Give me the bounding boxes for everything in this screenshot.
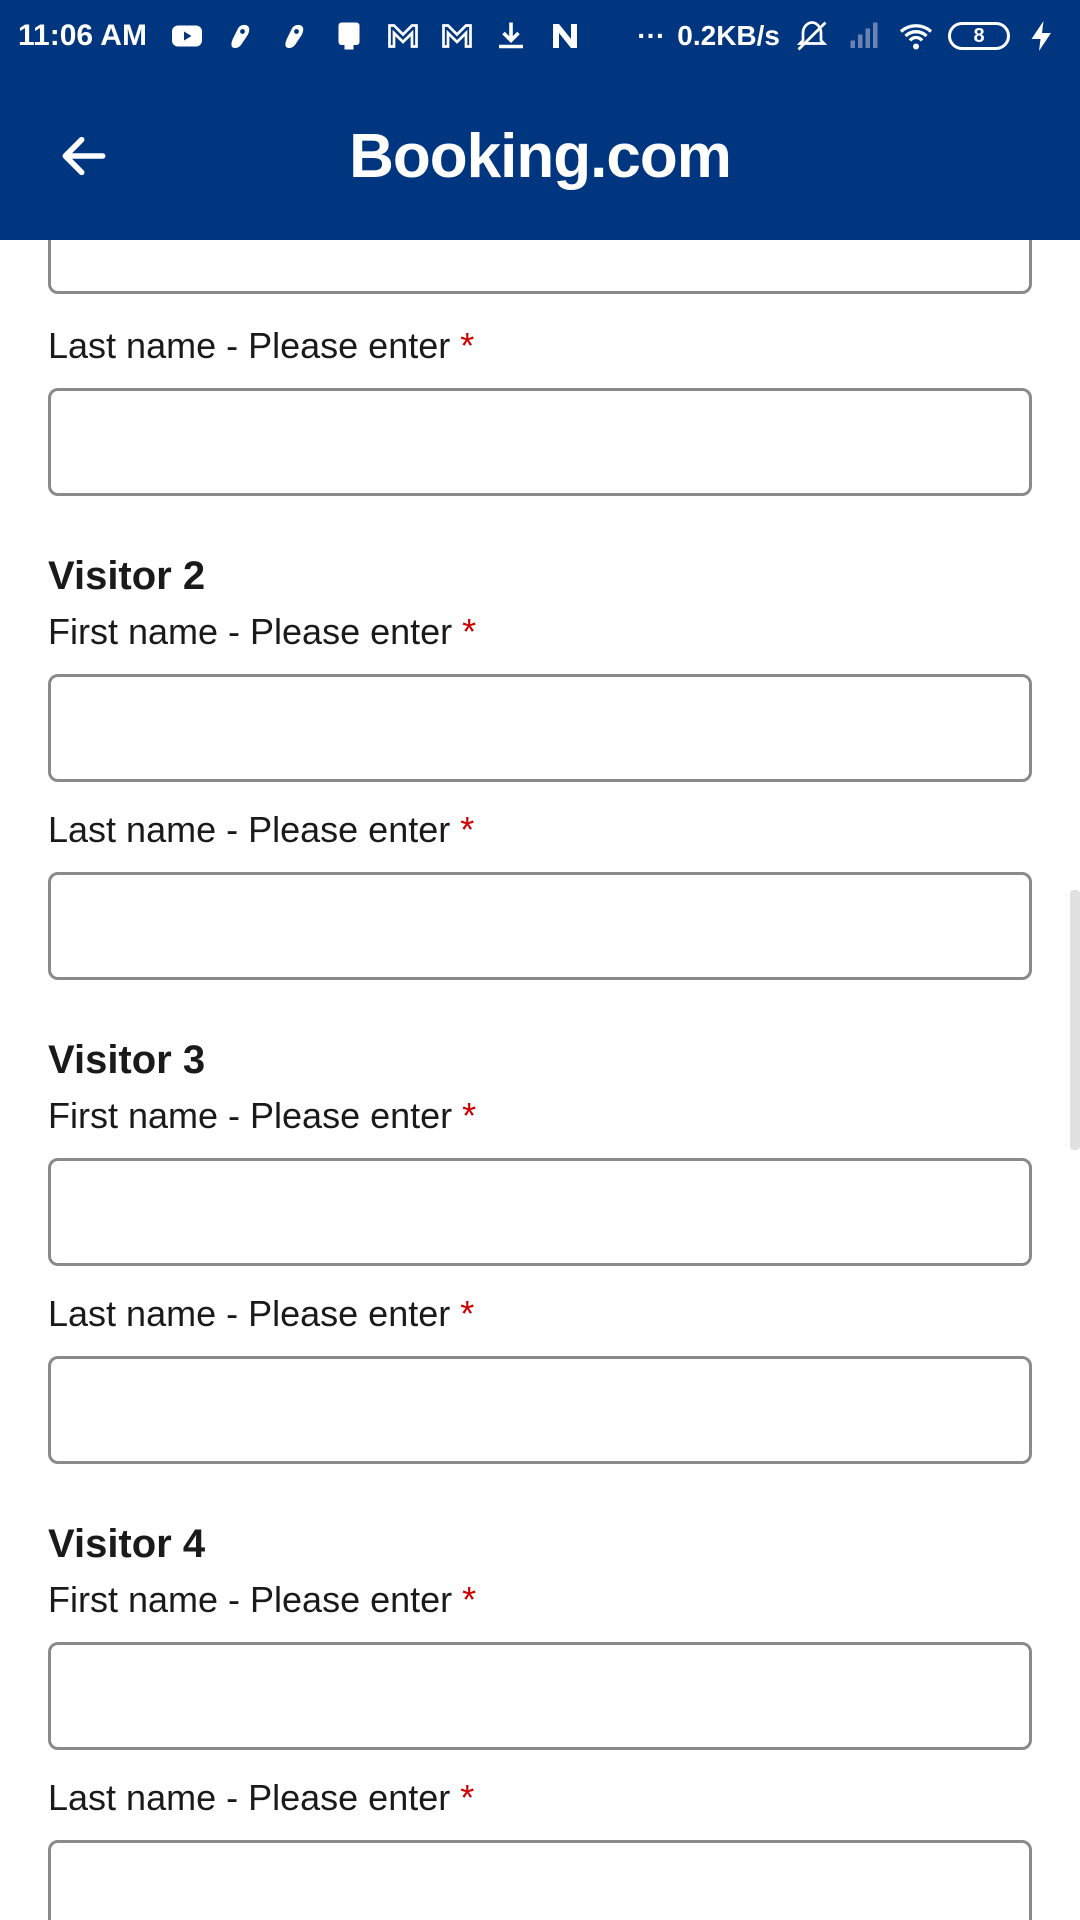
visitor-heading: Visitor 3 [48,1038,206,1082]
field-label: Last name - Please enter * [48,324,1032,368]
signal-icon [844,16,884,56]
visitor-4-last-name-field: Last name - Please enter * [48,1776,1032,1920]
visitor-4-first-name-field: First name - Please enter * [48,1578,1032,1750]
required-marker: * [460,325,475,366]
clipboard-icon [329,16,369,56]
field-label-text: Last name - Please enter [48,1293,451,1334]
required-marker: * [460,1777,475,1818]
field-label: First name - Please enter * [48,1094,1032,1138]
required-marker: * [462,611,477,652]
required-marker: * [462,1579,477,1620]
visitor-2-first-name-field: First name - Please enter * [48,610,1032,782]
visitor-3-first-name-input[interactable] [48,1158,1032,1266]
field-label-text: First name - Please enter [48,1579,453,1620]
arrow-left-icon [62,136,106,176]
required-marker: * [460,809,475,850]
field-label: Last name - Please enter * [48,1292,1032,1336]
gmail-icon [383,16,423,56]
charging-icon [1022,16,1062,56]
visitor-1-first-name-input[interactable] [48,240,1032,294]
field-label-text: First name - Please enter [48,1095,453,1136]
battery-icon: 8 [948,22,1010,50]
visitor-4-last-name-input[interactable] [48,1840,1032,1920]
field-label: First name - Please enter * [48,610,1032,654]
field-label-text: First name - Please enter [48,611,453,652]
visitor-3-last-name-input[interactable] [48,1356,1032,1464]
required-marker: * [460,1293,475,1334]
field-label-text: Last name - Please enter [48,809,451,850]
scrollbar[interactable] [1070,890,1080,1150]
visitor-3-last-name-field: Last name - Please enter * [48,1292,1032,1464]
app-icon [221,16,261,56]
app-icon [275,16,315,56]
field-label-text: Last name - Please enter [48,325,451,366]
status-time: 11:06 AM [18,19,147,52]
visitor-1-last-name-field: Last name - Please enter * [48,324,1032,496]
field-label: First name - Please enter * [48,1578,1032,1622]
youtube-icon [167,16,207,56]
network-speed: 0.2KB/s [677,20,780,51]
field-label-text: Last name - Please enter [48,1777,451,1818]
visitor-2-last-name-field: Last name - Please enter * [48,808,1032,980]
battery-level: 8 [973,24,985,47]
visitor-4-section: Visitor 4 First name - Please enter * Las… [48,1520,1032,1920]
visitor-4-first-name-input[interactable] [48,1642,1032,1750]
visitor-2-first-name-input[interactable] [48,674,1032,782]
form-scroll-area[interactable]: Last name - Please enter * Visitor 2 Firs… [0,240,1080,1920]
field-label: Last name - Please enter * [48,808,1032,852]
status-left: 11:06 AM [18,16,585,56]
wifi-icon [896,16,936,56]
required-marker: * [462,1095,477,1136]
visitor-1-last-name-input[interactable] [48,388,1032,496]
gmail-icon [437,16,477,56]
mute-icon [792,16,832,56]
app-title: Booking.com [349,121,732,191]
back-button[interactable] [48,120,120,192]
app-bar: Booking.com [0,72,1080,240]
status-right: ··· 0.2KB/s 8 [637,16,1062,56]
status-bar: 11:06 AM ··· 0.2KB/s 8 [0,0,1080,72]
visitor-heading: Visitor 2 [48,554,206,598]
visitor-2-last-name-input[interactable] [48,872,1032,980]
field-label: Last name - Please enter * [48,1776,1032,1820]
n-app-icon [545,16,585,56]
visitor-heading: Visitor 4 [48,1522,206,1566]
visitor-3-first-name-field: First name - Please enter * [48,1094,1032,1266]
more-indicator: ··· [637,20,666,51]
visitor-3-section: Visitor 3 First name - Please enter * Las… [48,1036,1032,1464]
visitor-2-section: Visitor 2 First name - Please enter * Las… [48,552,1032,980]
download-icon [491,16,531,56]
visitor-form: Last name - Please enter * Visitor 2 Firs… [48,240,1032,1920]
